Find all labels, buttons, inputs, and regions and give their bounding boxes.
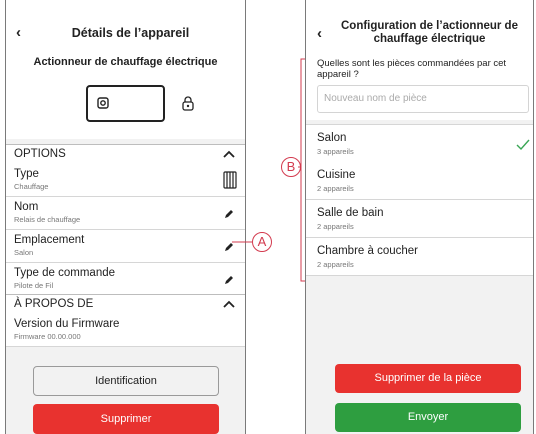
section-about[interactable]: À PROPOS DE — [6, 294, 245, 315]
row-title: Emplacement — [14, 234, 85, 246]
title-line: chauffage électrique — [373, 33, 486, 45]
row-title: Type de commande — [14, 267, 116, 279]
page-title: Configuration de l’actionneur de chauffa… — [330, 20, 529, 46]
row-title: Version du Firmware — [14, 318, 120, 330]
row-subtitle: Chauffage — [14, 182, 49, 191]
room-name: Cuisine — [317, 169, 356, 181]
room-item-salle-de-bain[interactable]: Salle de bain 2 appareils — [306, 200, 533, 238]
heater-config-screen: ‹ Configuration de l’actionneur de chauf… — [305, 0, 534, 434]
row-title: Type — [14, 168, 39, 180]
back-chevron-icon[interactable]: ‹ — [317, 25, 322, 42]
radiator-icon — [223, 171, 237, 189]
input-placeholder: Nouveau nom de pièce — [324, 93, 427, 104]
room-count: 2 appareils — [317, 222, 354, 231]
row-firmware: Version du Firmware Firmware 00.00.000 — [6, 314, 245, 347]
row-control-type[interactable]: Type de commande Pilote de Fil — [6, 263, 245, 296]
page-title: Détails de l’appareil — [71, 26, 190, 40]
device-name: Actionneur de chauffage électrique — [33, 56, 218, 68]
room-item-cuisine[interactable]: Cuisine 2 appareils — [306, 162, 533, 200]
device-details-screen: ‹ Détails de l’appareil Actionneur de ch… — [5, 0, 246, 434]
chevron-up-icon — [223, 300, 235, 308]
row-location[interactable]: Emplacement Salon — [6, 230, 245, 263]
device-illustration — [86, 85, 165, 122]
room-item-salon[interactable]: Salon 3 appareils — [306, 124, 533, 163]
room-count: 2 appareils — [317, 184, 354, 193]
remove-from-room-button[interactable]: Supprimer de la pièce — [335, 364, 521, 393]
new-room-input[interactable]: Nouveau nom de pièce — [317, 85, 529, 113]
send-button[interactable]: Envoyer — [335, 403, 521, 432]
room-name: Salon — [317, 132, 347, 144]
back-chevron-icon[interactable]: ‹ — [16, 24, 21, 41]
section-label: À PROPOS DE — [14, 298, 94, 310]
callout-a-line — [232, 241, 252, 243]
pencil-icon[interactable] — [223, 208, 235, 220]
callout-a: A — [252, 232, 272, 252]
section-options[interactable]: OPTIONS — [6, 144, 245, 165]
row-subtitle: Pilote de Fil — [14, 281, 54, 290]
title-line: Configuration de l’actionneur de — [341, 20, 518, 32]
room-name: Salle de bain — [317, 207, 384, 219]
lock-icon[interactable] — [181, 96, 195, 111]
row-subtitle: Relais de chauffage — [14, 215, 81, 224]
row-subtitle: Firmware 00.00.000 — [14, 332, 81, 341]
pencil-icon[interactable] — [223, 274, 235, 286]
question-text: Quelles sont les pièces commandées par c… — [317, 58, 507, 80]
delete-button[interactable]: Supprimer — [33, 404, 219, 434]
section-label: OPTIONS — [14, 148, 66, 160]
room-item-chambre[interactable]: Chambre à coucher 2 appareils — [306, 238, 533, 276]
room-count: 3 appareils — [317, 147, 354, 156]
chevron-up-icon — [223, 150, 235, 158]
row-title: Nom — [14, 201, 39, 213]
row-name[interactable]: Nom Relais de chauffage — [6, 197, 245, 230]
row-type[interactable]: Type Chauffage — [6, 164, 245, 197]
device-icon — [97, 97, 109, 109]
identify-button[interactable]: Identification — [33, 366, 219, 396]
room-name: Chambre à coucher — [317, 245, 418, 257]
checkmark-icon — [516, 139, 530, 150]
row-subtitle: Salon — [14, 248, 34, 257]
room-count: 2 appareils — [317, 260, 354, 269]
